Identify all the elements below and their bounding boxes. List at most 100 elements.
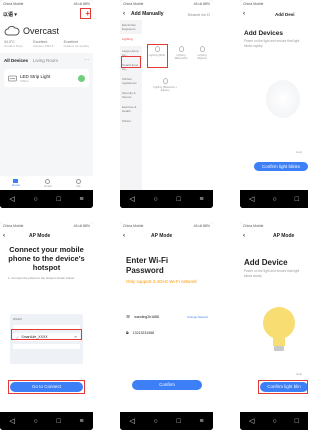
add-highlight [80,8,91,19]
stat-label: Outdoor PM2.5 [33,44,54,48]
help-link[interactable]: Help [296,372,302,376]
nav-label: Me [76,183,81,188]
home-key[interactable]: ○ [272,196,276,203]
device-card[interactable]: LED Strip Light Offline [4,69,89,87]
lock-icon: 🔒︎ [126,330,129,336]
system-navbar: ◁ ○ □ ≡ [0,190,93,208]
stat-label: Outdoor Temp [4,44,23,48]
phone-wifi-password: China Mobile 46 ull 88% ‹ AP Mode Enter … [120,222,213,430]
home-key[interactable]: ○ [154,196,158,203]
home-key[interactable]: ○ [272,418,276,425]
back-key[interactable]: ◁ [9,417,14,425]
system-navbar: ◁ ○ □ ≡ [120,190,213,208]
add-devices-screen: China Mobile ‹ Add Devi Add Devices Powe… [240,0,308,190]
power-button[interactable] [78,74,85,82]
confirm-blink-button[interactable]: Confirm light blinks [254,162,308,171]
menu-key[interactable]: ≡ [79,418,83,425]
carrier-text: China Mobile [3,2,24,6]
category-item-lighting[interactable]: Lighting [120,34,142,46]
device-tile-label: Lighting (Bluetooth + Zigbee) [153,86,177,92]
tab-all-devices[interactable]: All Devices [4,58,28,63]
room-tabs: All Devices Living Room ··· [0,53,93,67]
carrier-text: China Mobile [243,224,264,228]
menu-key[interactable]: ≡ [199,418,203,425]
home-menu-button[interactable]: 以语 ▾ [3,11,17,18]
device-tile[interactable]: Lighting (Zigbee) [193,46,211,60]
tab-living-room[interactable]: Living Room [33,58,58,63]
back-key[interactable]: ◁ [129,195,134,203]
recent-key[interactable]: □ [57,418,61,425]
add-device-ap-screen: China Mobile ‹ AP Mode Add Device Power … [240,222,308,412]
phone-add-device-ap: China Mobile ‹ AP Mode Add Device Power … [240,222,308,430]
home-key[interactable]: ○ [34,196,38,203]
nav-me[interactable]: Me [75,178,81,188]
device-status: Offline [20,78,29,83]
weather-text: Overcast [23,26,60,36]
wifi-password-screen: China Mobile 46 ull 88% ‹ AP Mode Enter … [120,222,213,412]
signal-text: 46 ull 88% [73,2,90,6]
menu-key[interactable]: ≡ [79,196,83,203]
device-name: LED Strip Light [20,73,51,79]
stat-pm25: Excellent Outdoor PM2.5 [33,40,53,48]
back-icon[interactable]: ‹ [3,233,5,239]
signal-text: 46 ull 88% [193,2,210,6]
led-strip-icon [8,75,17,81]
stat-label: Outdoor Air Quality [63,44,89,48]
add-manually-title: Add Manually [131,11,164,17]
device-tile[interactable]: Lighting (Bluetooth + Zigbee) [152,78,178,92]
back-key[interactable]: ◁ [249,195,254,203]
wlan-label: WLAN [13,317,22,321]
search-device-button[interactable]: Search for D [188,12,210,17]
recent-key[interactable]: □ [295,418,299,425]
help-link[interactable]: Help [296,150,302,154]
add-devices-heading: Add Devices [244,30,284,37]
back-icon[interactable]: ‹ [243,11,245,17]
category-item[interactable]: Security & Sensor [120,88,142,102]
home-key[interactable]: ○ [154,418,158,425]
back-icon[interactable]: ‹ [243,233,245,239]
more-icon[interactable]: ··· [84,57,89,63]
add-device-desc: Power on the light and ensure that light… [244,269,300,278]
weather-row: Overcast [0,20,93,38]
change-network-link[interactable]: Change Network [187,315,208,319]
signal-text: 46 ull 88% [193,224,210,228]
category-item[interactable]: Others [120,116,142,130]
carrier-text: China Mobile [3,224,24,228]
phone-add-devices: China Mobile ‹ Add Devi Add Devices Powe… [240,0,308,208]
ssid-row[interactable]: ≋ wanding2b1688 Change Network [126,314,208,320]
signal-text: 46 ull 88% [73,224,90,228]
category-item[interactable]: Kitchen Appliances [120,74,142,88]
recent-key[interactable]: □ [177,418,181,425]
password-input[interactable]: 13213231968 [133,331,154,335]
menu-key[interactable]: ≡ [199,196,203,203]
weather-stats: 34.0°C Outdoor Temp Excellent Outdoor PM2.… [0,38,93,53]
recent-key[interactable]: □ [177,196,181,203]
password-row[interactable]: 🔒︎ 13213231968 [126,330,208,336]
lighting-category-highlight [121,56,141,68]
back-icon[interactable]: ‹ [123,233,125,239]
back-key[interactable]: ◁ [129,417,134,425]
back-key[interactable]: ◁ [249,417,254,425]
lighting-device-highlight [147,44,168,68]
category-item[interactable]: Exercise & Health [120,102,142,116]
ap-title: AP Mode [29,233,51,239]
category-item[interactable]: Electrician Engineers [120,20,142,34]
status-bar: China Mobile [240,0,308,8]
status-bar: China Mobile 46 ull 88% [0,0,93,8]
recent-key[interactable]: □ [57,196,61,203]
bulb-illustration [266,80,300,118]
confirm-button-highlight [258,380,308,394]
confirm-button[interactable]: Confirm [132,380,202,390]
back-icon[interactable]: ‹ [123,11,125,17]
recent-key[interactable]: □ [295,196,299,203]
home-key[interactable]: ○ [34,418,38,425]
device-tile[interactable]: Lighting (Bluetooth) [172,46,190,60]
stat-air: Excellent Outdoor Air Quality [64,40,89,48]
back-key[interactable]: ◁ [9,195,14,203]
nav-smart[interactable]: Smart [44,178,52,188]
system-navbar: ◁ ○ □ ≡ [0,412,93,430]
hotspot-highlight [11,329,82,340]
wifi-password-heading: Enter Wi-Fi Password [126,256,169,275]
cloud-icon [4,26,20,36]
nav-home[interactable]: Home [12,179,20,187]
